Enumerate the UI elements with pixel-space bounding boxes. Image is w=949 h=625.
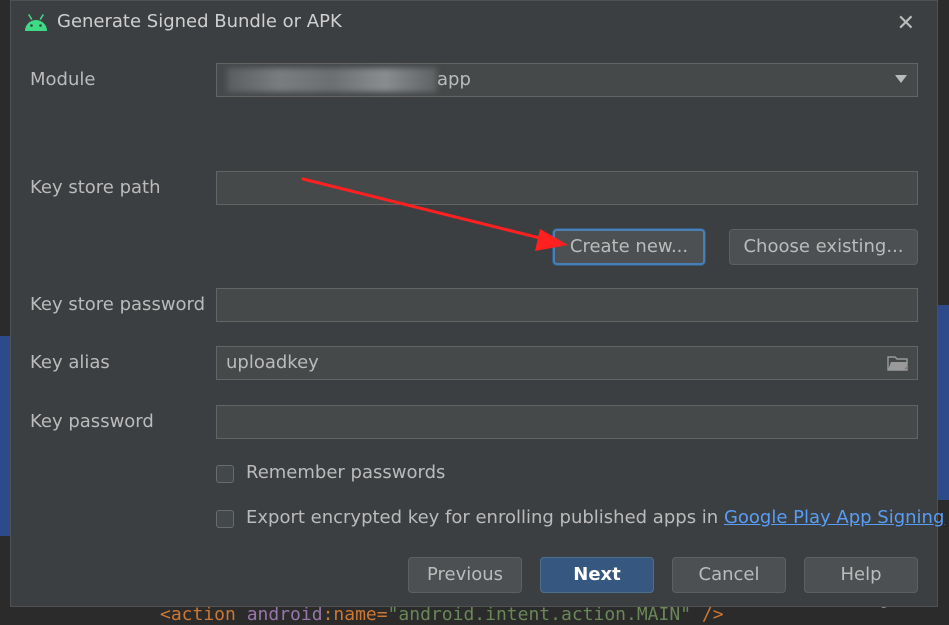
redacted-module-name xyxy=(227,68,437,92)
key-password-input[interactable] xyxy=(216,405,918,439)
keystore-path-label: Key store path xyxy=(30,177,161,198)
chevron-down-icon xyxy=(895,75,907,83)
ide-background-code: <action android:name="android.intent.act… xyxy=(160,604,724,625)
dialog-titlebar: Generate Signed Bundle or APK ✕ xyxy=(11,1,937,45)
module-select[interactable]: app xyxy=(216,63,918,97)
remember-passwords-checkbox[interactable] xyxy=(216,465,234,483)
keystore-password-label: Key store password xyxy=(30,294,206,315)
key-alias-value: uploadkey xyxy=(226,352,319,373)
module-label: Module xyxy=(30,69,96,90)
module-select-value: app xyxy=(437,69,471,90)
choose-existing-button[interactable]: Choose existing... xyxy=(729,229,918,265)
close-button[interactable]: ✕ xyxy=(897,11,915,36)
next-button[interactable]: Next xyxy=(540,557,654,593)
dialog-title: Generate Signed Bundle or APK xyxy=(57,11,342,32)
folder-icon[interactable] xyxy=(887,355,909,371)
cancel-button[interactable]: Cancel xyxy=(672,557,786,593)
key-password-label: Key password xyxy=(30,411,154,432)
keystore-password-input[interactable] xyxy=(216,288,918,322)
previous-button[interactable]: Previous xyxy=(408,557,522,593)
export-key-checkbox[interactable] xyxy=(216,510,234,528)
google-play-signing-link[interactable]: Google Play App Signing xyxy=(724,507,944,528)
keystore-path-input[interactable] xyxy=(216,171,918,205)
key-alias-label: Key alias xyxy=(30,352,110,373)
android-icon xyxy=(25,14,47,31)
key-alias-input[interactable]: uploadkey xyxy=(216,346,918,380)
remember-passwords-label[interactable]: Remember passwords xyxy=(246,462,445,483)
export-key-label[interactable]: Export encrypted key for enrolling publi… xyxy=(246,507,944,528)
generate-signed-dialog: Generate Signed Bundle or APK ✕ Module a… xyxy=(10,0,944,607)
create-new-button[interactable]: Create new... xyxy=(553,229,705,265)
ide-background-strip-right xyxy=(937,305,949,500)
help-button[interactable]: Help xyxy=(804,557,918,593)
